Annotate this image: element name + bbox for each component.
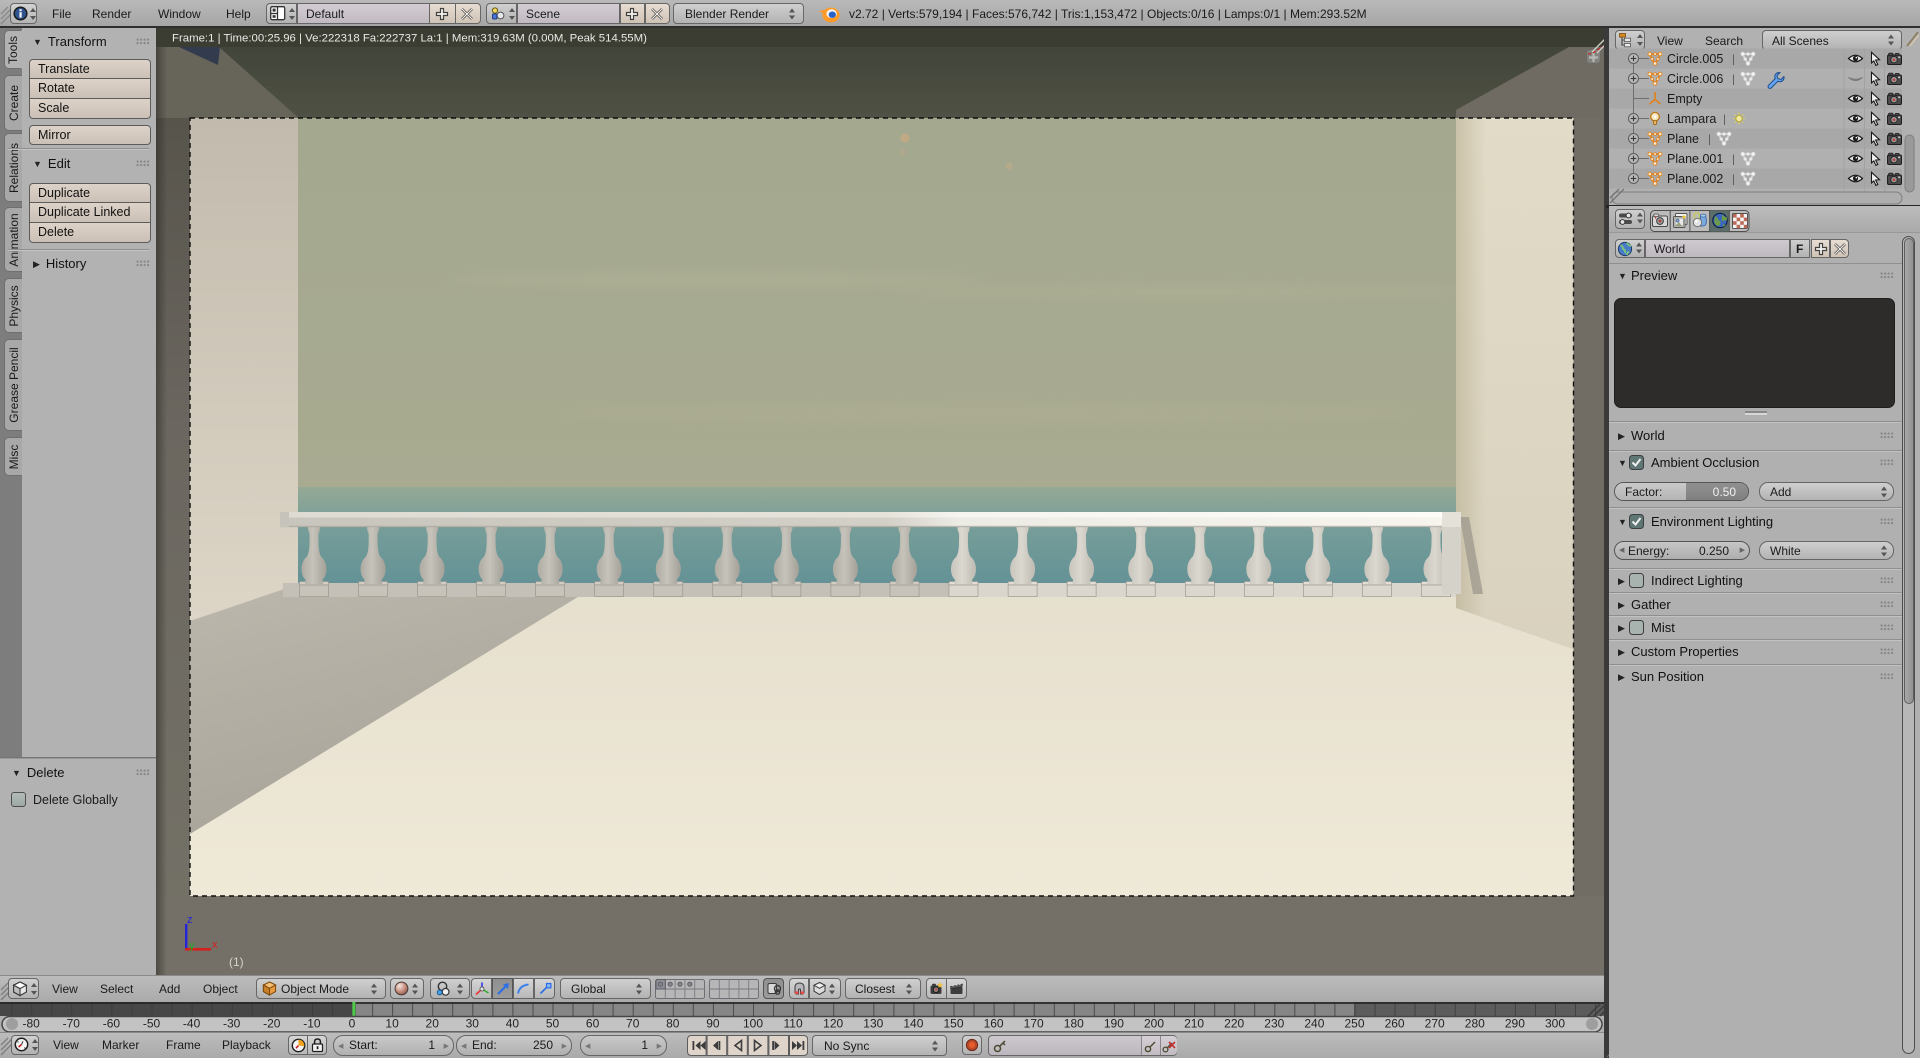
- svg-text:|: |: [1732, 174, 1735, 186]
- svg-text:-30: -30: [223, 1017, 241, 1031]
- svg-text:110: 110: [784, 1017, 803, 1031]
- svg-text:120: 120: [823, 1017, 843, 1031]
- svg-text:170: 170: [1024, 1017, 1044, 1031]
- svg-text:-50: -50: [143, 1017, 161, 1031]
- svg-text:180: 180: [1064, 1017, 1084, 1031]
- svg-text:100: 100: [743, 1017, 763, 1031]
- svg-text:150: 150: [943, 1017, 963, 1031]
- svg-text:-60: -60: [103, 1017, 121, 1031]
- svg-text:140: 140: [903, 1017, 923, 1031]
- svg-text:0: 0: [349, 1017, 356, 1031]
- svg-text:210: 210: [1184, 1017, 1204, 1031]
- svg-text:280: 280: [1465, 1017, 1485, 1031]
- svg-text:240: 240: [1304, 1017, 1324, 1031]
- svg-text:10: 10: [385, 1017, 399, 1031]
- svg-text:70: 70: [626, 1017, 640, 1031]
- svg-text:Plane.001: Plane.001: [1667, 152, 1723, 166]
- svg-text:Plane: Plane: [1667, 132, 1699, 146]
- svg-text:190: 190: [1104, 1017, 1124, 1031]
- svg-text:300: 300: [1545, 1017, 1565, 1031]
- svg-text:|: |: [1708, 134, 1711, 146]
- svg-text:z: z: [187, 914, 193, 926]
- svg-text:200: 200: [1144, 1017, 1164, 1031]
- svg-text:Lampara: Lampara: [1667, 112, 1716, 126]
- svg-text:270: 270: [1425, 1017, 1445, 1031]
- svg-text:40: 40: [506, 1017, 520, 1031]
- svg-text:220: 220: [1224, 1017, 1244, 1031]
- svg-text:-40: -40: [183, 1017, 201, 1031]
- svg-text:x: x: [212, 939, 218, 951]
- svg-text:Plane.002: Plane.002: [1667, 172, 1723, 186]
- svg-text:|: |: [1732, 154, 1735, 166]
- svg-text:60: 60: [586, 1017, 600, 1031]
- svg-text:-10: -10: [303, 1017, 321, 1031]
- svg-text:30: 30: [466, 1017, 480, 1031]
- svg-text:50: 50: [546, 1017, 560, 1031]
- svg-text:|: |: [1732, 54, 1735, 66]
- svg-text:Circle.005: Circle.005: [1667, 52, 1723, 66]
- svg-text:y: y: [189, 940, 195, 952]
- svg-text:160: 160: [984, 1017, 1004, 1031]
- svg-text:-80: -80: [23, 1017, 41, 1031]
- svg-text:Frame:1 | Time:00:25.96 | Ve:2: Frame:1 | Time:00:25.96 | Ve:222318 Fa:2…: [172, 33, 647, 45]
- svg-text:Empty: Empty: [1667, 92, 1703, 106]
- svg-text:-20: -20: [263, 1017, 281, 1031]
- svg-text:260: 260: [1385, 1017, 1405, 1031]
- svg-text:|: |: [1723, 114, 1726, 126]
- svg-text:90: 90: [706, 1017, 720, 1031]
- svg-text:-70: -70: [63, 1017, 81, 1031]
- svg-text:20: 20: [426, 1017, 440, 1031]
- svg-text:|: |: [1732, 74, 1735, 86]
- svg-text:230: 230: [1264, 1017, 1284, 1031]
- svg-text:130: 130: [863, 1017, 883, 1031]
- svg-text:(1): (1): [229, 955, 244, 969]
- svg-text:250: 250: [1344, 1017, 1364, 1031]
- svg-text:Circle.006: Circle.006: [1667, 72, 1723, 86]
- svg-text:290: 290: [1505, 1017, 1525, 1031]
- svg-text:80: 80: [666, 1017, 680, 1031]
